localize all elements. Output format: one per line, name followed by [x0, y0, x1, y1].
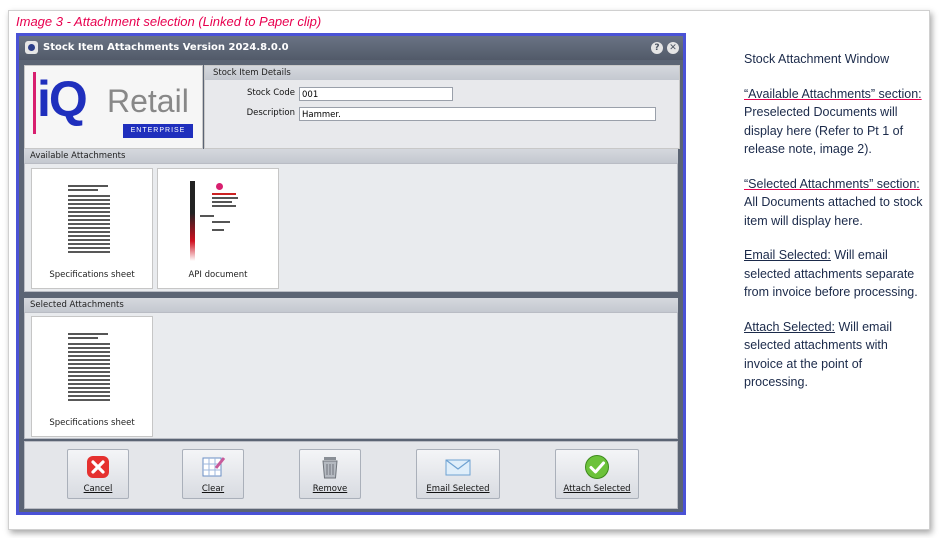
stock-code-label: Stock Code [247, 88, 295, 98]
attachment-caption: Specifications sheet [49, 418, 135, 428]
selected-attachments-header: Selected Attachments [24, 298, 678, 312]
image-caption: Image 3 - Attachment selection (Linked t… [16, 14, 322, 29]
app-icon [25, 41, 38, 54]
window-title: Stock Item Attachments Version 2024.8.0.… [43, 42, 289, 53]
cancel-button[interactable]: Cancel [67, 449, 129, 499]
clear-table-icon [202, 457, 226, 477]
description-label: Description [246, 108, 295, 118]
available-attachments-list: Specifications sheet API document [24, 163, 678, 292]
envelope-icon [445, 459, 471, 476]
logo-accent-bar [33, 72, 36, 134]
logo-enterprise-badge: ENTERPRISE [123, 124, 193, 138]
available-attachments-header: Available Attachments [24, 149, 678, 163]
attachment-caption: API document [188, 270, 248, 280]
note-selected-attachments: “Selected Attachments” section: All Docu… [744, 175, 929, 231]
note-selected-text: All Documents attached to stock item wil… [744, 195, 923, 228]
help-icon[interactable]: ? [651, 42, 663, 54]
note-selected-title: “Selected Attachments” section: [744, 176, 920, 191]
explanation-notes: Stock Attachment Window “Available Attac… [744, 50, 929, 408]
attachment-card-specifications-sheet[interactable]: Specifications sheet [31, 316, 153, 437]
cancel-button-label: Cancel [83, 484, 113, 494]
email-selected-button[interactable]: Email Selected [416, 449, 500, 499]
attachment-caption: Specifications sheet [49, 270, 135, 280]
close-icon[interactable]: ✕ [667, 42, 679, 54]
logo-retail-text: Retail [107, 83, 189, 119]
window-titlebar: Stock Item Attachments Version 2024.8.0.… [19, 36, 683, 60]
api-document-thumbnail-icon [190, 181, 248, 261]
clear-button[interactable]: Clear [182, 449, 244, 499]
note-available-title: “Available Attachments” section: [744, 86, 922, 101]
remove-button-label: Remove [312, 484, 348, 494]
checkmark-icon [585, 455, 609, 479]
logo-iq-text: iQ [37, 71, 88, 127]
iq-retail-logo: iQ Retail ENTERPRISE [24, 65, 203, 149]
stock-item-details-panel: Stock Item Details Stock Code 001 Descri… [204, 65, 680, 149]
stock-item-attachments-window: Stock Item Attachments Version 2024.8.0.… [16, 33, 686, 515]
attach-selected-button-label: Attach Selected [563, 484, 631, 494]
stock-item-details-header: Stock Item Details [205, 66, 679, 80]
action-toolbar: Cancel Clear Remove Email Selected Attac… [24, 441, 678, 509]
trash-can-icon [322, 457, 338, 479]
selected-attachments-list: Specifications sheet [24, 312, 678, 439]
description-field[interactable]: Hammer. [299, 107, 656, 121]
note-available-attachments: “Available Attachments” section: Presele… [744, 85, 929, 159]
note-attach-selected: Attach Selected: Will email selected att… [744, 318, 929, 392]
remove-button[interactable]: Remove [299, 449, 361, 499]
cancel-x-icon [87, 456, 109, 478]
note-attach-title: Attach Selected: [744, 319, 836, 334]
notes-title: Stock Attachment Window [744, 52, 890, 66]
attach-selected-button[interactable]: Attach Selected [555, 449, 639, 499]
attachment-card-specifications-sheet[interactable]: Specifications sheet [31, 168, 153, 289]
email-selected-button-label: Email Selected [426, 484, 490, 494]
specifications-sheet-thumbnail-icon [64, 181, 122, 257]
attachment-card-api-document[interactable]: API document [157, 168, 279, 289]
note-available-text: Preselected Documents will display here … [744, 105, 904, 156]
stock-code-field[interactable]: 001 [299, 87, 453, 101]
note-email-selected: Email Selected: Will email selected atta… [744, 246, 929, 302]
clear-button-label: Clear [201, 484, 225, 494]
note-email-title: Email Selected: [744, 248, 831, 262]
specifications-sheet-thumbnail-icon [64, 329, 122, 405]
